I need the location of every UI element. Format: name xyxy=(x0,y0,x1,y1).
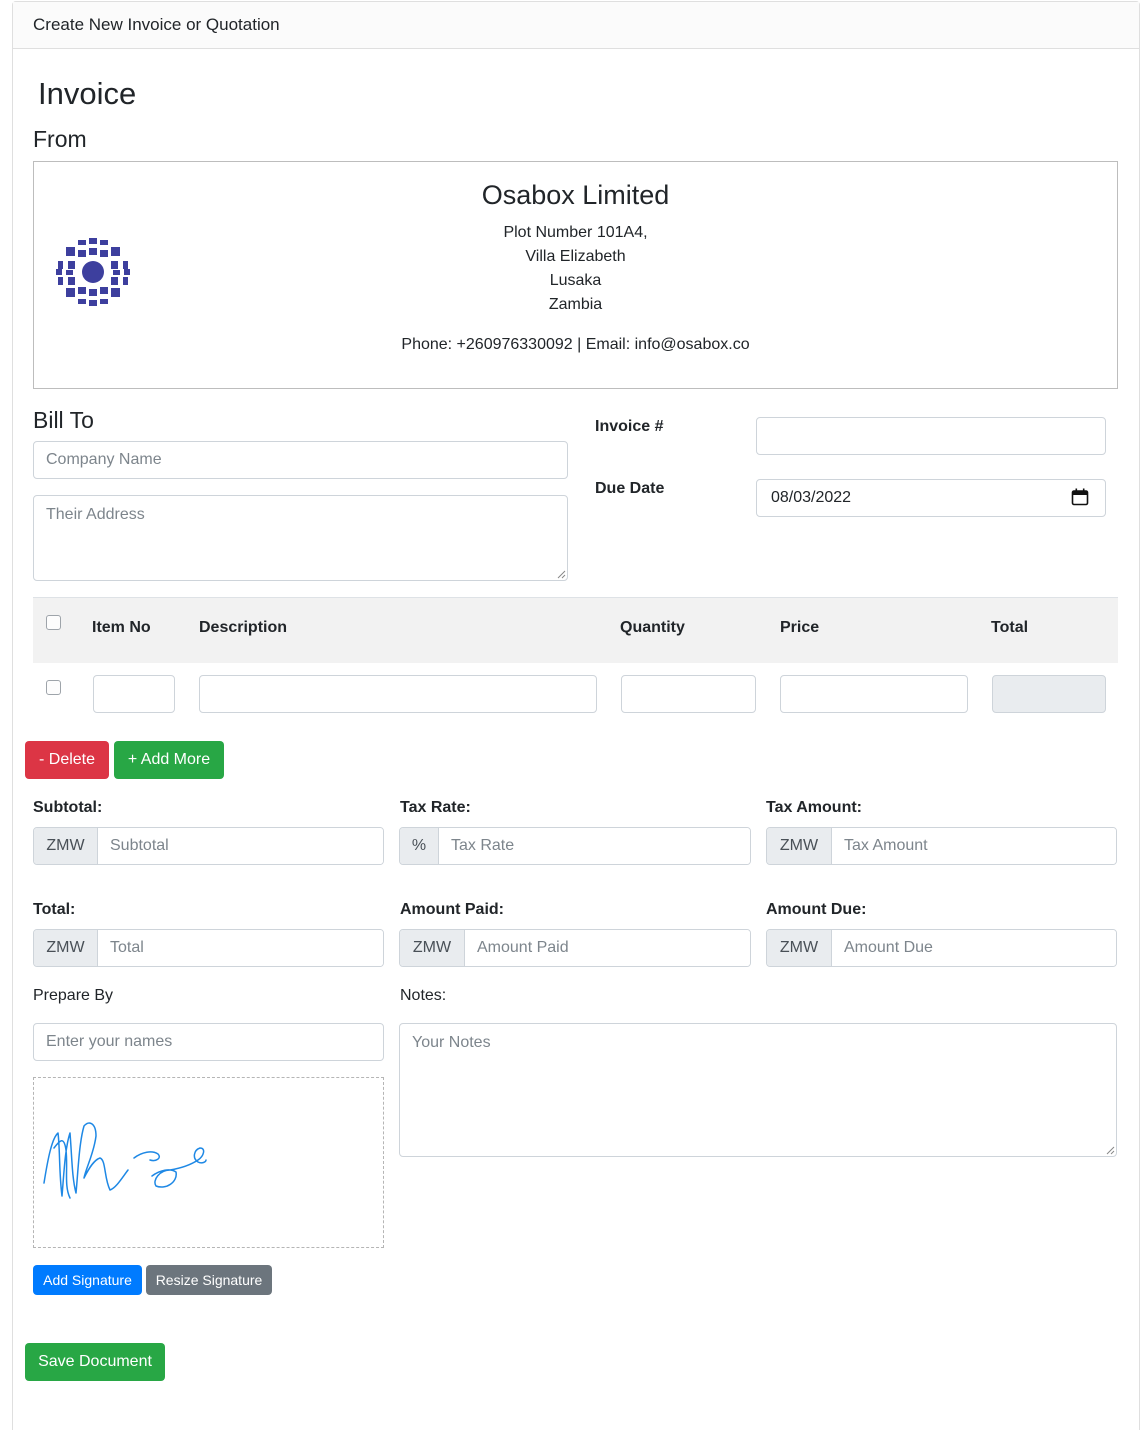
company-contact: Phone: +260976330092 | Email: info@osabo… xyxy=(401,336,750,353)
quantity-input[interactable] xyxy=(621,675,756,713)
currency-prefix: ZMW xyxy=(34,828,98,864)
tax-rate-input[interactable] xyxy=(439,828,750,864)
from-box: Osabox Limited Plot Number 101A4, Villa … xyxy=(33,161,1118,389)
tax-amount-input-group: ZMW xyxy=(766,827,1117,865)
card-header: Create New Invoice or Quotation xyxy=(13,2,1139,49)
page-title: Invoice xyxy=(38,76,137,111)
description-input[interactable] xyxy=(199,675,597,713)
signature-stroke-icon xyxy=(43,1122,207,1199)
company-address-line: Villa Elizabeth xyxy=(525,248,626,265)
address-textarea[interactable] xyxy=(33,495,568,581)
amount-paid-label: Amount Paid: xyxy=(400,901,504,918)
percent-prefix: % xyxy=(400,828,439,864)
price-input[interactable] xyxy=(780,675,968,713)
add-signature-button[interactable]: Add Signature xyxy=(33,1265,142,1295)
invoice-number-input[interactable] xyxy=(756,417,1106,455)
select-all-checkbox[interactable] xyxy=(46,615,61,630)
resize-signature-button[interactable]: Resize Signature xyxy=(146,1265,272,1295)
tax-amount-input[interactable] xyxy=(832,828,1116,864)
subtotal-input[interactable] xyxy=(98,828,383,864)
card-header-title: Create New Invoice or Quotation xyxy=(33,15,280,34)
column-header-price: Price xyxy=(780,619,820,636)
currency-prefix: ZMW xyxy=(34,930,98,966)
column-header-total: Total xyxy=(991,619,1029,636)
currency-prefix: ZMW xyxy=(767,828,832,864)
column-header-item-no: Item No xyxy=(92,619,151,636)
column-header-description: Description xyxy=(199,619,288,636)
signature-pad[interactable] xyxy=(33,1077,384,1248)
company-name-input[interactable] xyxy=(33,441,568,479)
amount-due-input-group: ZMW xyxy=(766,929,1117,967)
subtotal-input-group: ZMW xyxy=(33,827,384,865)
total-label: Total: xyxy=(33,901,76,918)
add-more-button[interactable]: + Add More xyxy=(114,741,224,779)
subtotal-label: Subtotal: xyxy=(33,799,103,816)
currency-prefix: ZMW xyxy=(767,930,832,966)
amount-paid-input-group: ZMW xyxy=(399,929,751,967)
amount-due-input[interactable] xyxy=(832,930,1116,966)
prepared-by-input[interactable] xyxy=(33,1023,384,1061)
invoice-number-label: Invoice # xyxy=(595,418,664,435)
line-total-input xyxy=(992,675,1106,713)
tax-rate-label: Tax Rate: xyxy=(400,799,471,816)
items-table-header: Item No Description Quantity Price Total xyxy=(33,597,1118,663)
due-date-input[interactable] xyxy=(756,479,1106,517)
tax-amount-label: Tax Amount: xyxy=(766,799,862,816)
bill-to-heading: Bill To xyxy=(33,407,94,433)
from-heading: From xyxy=(33,126,87,152)
item-no-input[interactable] xyxy=(93,675,175,713)
currency-prefix: ZMW xyxy=(400,930,465,966)
total-input[interactable] xyxy=(98,930,383,966)
resize-grip-icon[interactable] xyxy=(557,570,566,579)
tax-rate-input-group: % xyxy=(399,827,751,865)
column-header-quantity: Quantity xyxy=(620,619,685,636)
company-address-line: Zambia xyxy=(548,296,603,313)
due-date-label: Due Date xyxy=(595,480,665,497)
calendar-icon[interactable] xyxy=(1071,488,1089,506)
save-document-button[interactable]: Save Document xyxy=(25,1343,165,1381)
company-name: Osabox Limited xyxy=(481,180,670,210)
company-address-line: Lusaka xyxy=(549,272,602,289)
notes-textarea[interactable] xyxy=(399,1023,1117,1157)
prepared-by-label: Prepare By xyxy=(33,987,114,1004)
row-checkbox[interactable] xyxy=(46,680,61,695)
notes-label: Notes: xyxy=(400,987,447,1004)
amount-due-label: Amount Due: xyxy=(766,901,867,918)
total-input-group: ZMW xyxy=(33,929,384,967)
resize-grip-icon[interactable] xyxy=(1106,1146,1115,1155)
delete-button[interactable]: - Delete xyxy=(25,741,109,779)
amount-paid-input[interactable] xyxy=(465,930,750,966)
company-address-line: Plot Number 101A4, xyxy=(503,224,648,241)
